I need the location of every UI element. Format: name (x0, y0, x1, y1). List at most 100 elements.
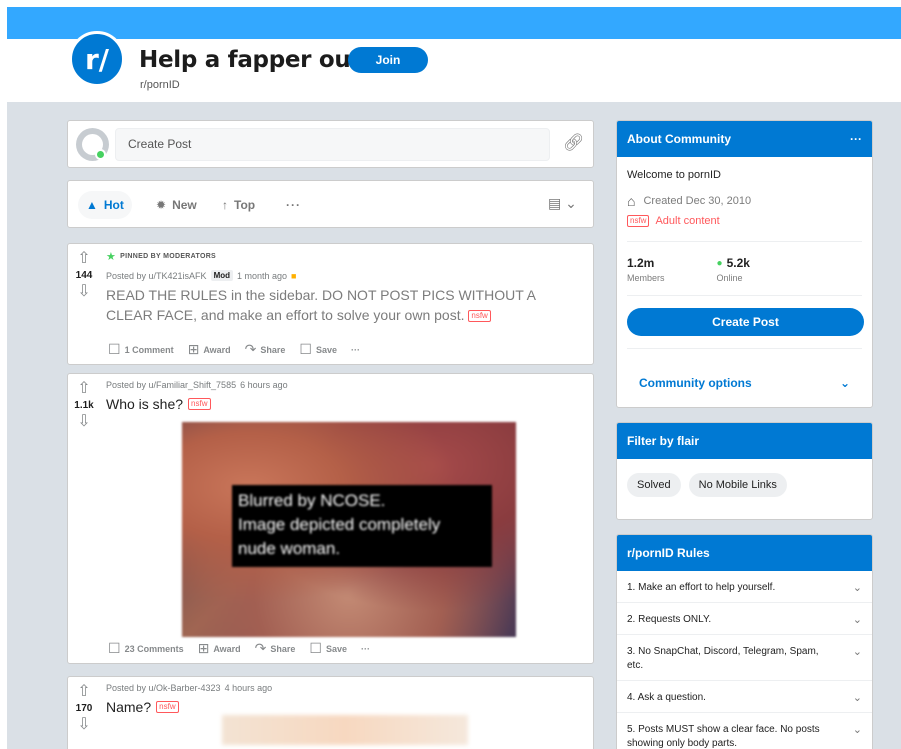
rule-item[interactable]: 5. Posts MUST show a clear face. No post… (617, 713, 872, 749)
post-time: 4 hours ago (224, 683, 273, 693)
comments-button[interactable]: ☐ 1 Comment (108, 341, 174, 358)
sort-hot-button[interactable]: ▲ Hot (78, 191, 132, 219)
adult-content-label: nsfw Adult content (627, 215, 862, 227)
lock-icon: ■ (291, 270, 297, 281)
sort-top-button[interactable]: ↑ Top (214, 191, 263, 219)
community-description: Welcome to pornID (627, 169, 721, 181)
vote-column: ⇧ 144 ⇩ (68, 244, 100, 364)
more-options-button[interactable]: ··· (361, 644, 370, 654)
post-score: 1.1k (74, 400, 94, 411)
comments-button[interactable]: ☐ 23 Comments (108, 640, 184, 657)
bookmark-icon: ☐ (299, 341, 312, 357)
more-options-icon[interactable]: ··· (850, 132, 862, 146)
post-actions: ☐ 1 Comment ⊞ Award ↷ Share ☐ Save ··· (108, 341, 360, 358)
online-status-icon (95, 149, 106, 160)
post-score: 144 (75, 270, 93, 281)
save-button[interactable]: ☐ Save (309, 640, 347, 657)
share-button[interactable]: ↷ Share (255, 640, 296, 657)
sort-bar: ▲ Hot ✹ New ↑ Top ··· ▤ ⌄ (67, 180, 594, 228)
post-meta: Posted by u/TK421isAFK Mod 1 month ago ■ (106, 270, 585, 281)
rules-header: r/pornID Rules (617, 535, 872, 571)
blur-caption: Blurred by NCOSE. Image depicted complet… (232, 485, 492, 567)
chevron-down-icon: ⌄ (852, 582, 862, 594)
blurred-post-image[interactable] (222, 715, 468, 745)
chevron-down-icon: ⌄ (839, 376, 850, 390)
pin-icon: ★ (106, 250, 117, 263)
chevron-down-icon: ⌄ (852, 724, 862, 736)
post-author[interactable]: Posted by u/TK421isAFK (106, 271, 207, 281)
chevron-down-icon: ⌄ (852, 692, 862, 704)
award-button[interactable]: ⊞ Award (188, 341, 231, 358)
subreddit-banner (7, 7, 901, 39)
upvote-icon[interactable]: ⇧ (68, 250, 100, 268)
view-layout-icon[interactable]: ▤ ⌄ (548, 195, 577, 212)
subreddit-title: Help a fapper out (139, 47, 362, 73)
pinned-label: ★ PINNED BY MODERATORS (106, 250, 217, 263)
chevron-down-icon: ⌄ (852, 646, 862, 658)
sort-new-button[interactable]: ✹ New (148, 191, 205, 219)
chevron-down-icon: ⌄ (852, 614, 862, 626)
filter-by-flair-card: Filter by flair Solved No Mobile Links (616, 422, 873, 520)
rule-item[interactable]: 4. Ask a question. ⌄ (617, 681, 872, 713)
post-score: 170 (75, 703, 93, 714)
flair-list: Solved No Mobile Links (627, 473, 862, 497)
nsfw-tag: nsfw (468, 310, 491, 323)
sort-more-button[interactable]: ··· (278, 191, 309, 219)
share-icon: ↷ (244, 341, 257, 357)
award-icon: ⊞ (197, 640, 210, 656)
sort-new-label: New (172, 198, 197, 212)
downvote-icon[interactable]: ⇩ (68, 716, 100, 734)
post-meta: Posted by u/Ok-Barber-4323 4 hours ago (106, 683, 585, 693)
top-icon: ↑ (222, 198, 228, 212)
post-card[interactable]: ⇧ 1.1k ⇩ Posted by u/Familiar_Shift_7585… (67, 373, 594, 664)
save-button[interactable]: ☐ Save (299, 341, 337, 358)
created-date: ⌂ Created Dec 30, 2010 (627, 193, 752, 209)
post-author[interactable]: Posted by u/Ok-Barber-4323 (106, 683, 221, 693)
comment-icon: ☐ (108, 640, 121, 656)
upvote-icon[interactable]: ⇧ (68, 683, 100, 701)
subreddit-name: r/pornID (140, 79, 180, 91)
more-options-button[interactable]: ··· (351, 345, 360, 355)
divider (627, 295, 862, 296)
post-title[interactable]: Who is she? nsfw (106, 396, 585, 412)
award-button[interactable]: ⊞ Award (198, 640, 241, 657)
rule-item[interactable]: 3. No SnapChat, Discord, Telegram, Spam,… (617, 635, 872, 681)
flair-pill-no-mobile-links[interactable]: No Mobile Links (688, 473, 787, 497)
members-stat: 1.2m Members (627, 256, 665, 283)
post-author[interactable]: Posted by u/Familiar_Shift_7585 (106, 380, 236, 390)
join-button[interactable]: Join (348, 47, 428, 73)
mod-badge: Mod (210, 270, 233, 281)
community-options-dropdown[interactable]: Community options ⌄ (627, 369, 862, 397)
rule-item[interactable]: 2. Requests ONLY. ⌄ (617, 603, 872, 635)
rule-item[interactable]: 1. Make an effort to help yourself. ⌄ (617, 571, 872, 603)
divider (627, 241, 862, 242)
post-text[interactable]: READ THE RULES in the sidebar. DO NOT PO… (106, 285, 585, 325)
sort-hot-label: Hot (103, 198, 124, 212)
post-card[interactable]: ⇧ 144 ⇩ ★ PINNED BY MODERATORS Posted by… (67, 243, 594, 365)
create-post-button[interactable]: Create Post (627, 308, 864, 336)
downvote-icon[interactable]: ⇩ (68, 413, 100, 431)
share-button[interactable]: ↷ Share (245, 341, 286, 358)
about-community-header: About Community ··· (617, 121, 872, 157)
link-icon[interactable]: 🔗︎ (563, 133, 585, 153)
flair-pill-solved[interactable]: Solved (627, 473, 681, 497)
post-title[interactable]: Name? nsfw (106, 699, 585, 715)
nsfw-tag: nsfw (188, 398, 211, 410)
bookmark-icon: ☐ (309, 640, 322, 656)
create-post-input[interactable]: Create Post (115, 128, 550, 161)
post-card[interactable]: ⇧ 170 ⇩ Posted by u/Ok-Barber-4323 4 hou… (67, 676, 594, 749)
cake-icon: ⌂ (627, 193, 636, 209)
online-stat: ● 5.2k Online (716, 256, 750, 283)
flame-icon: ▲ (86, 198, 98, 212)
create-post-bar: Create Post 🔗︎ (67, 120, 594, 168)
vote-column: ⇧ 1.1k ⇩ (68, 374, 100, 663)
post-meta: Posted by u/Familiar_Shift_7585 6 hours … (106, 380, 585, 390)
nsfw-tag: nsfw (627, 215, 650, 227)
sort-top-label: Top (234, 198, 256, 212)
main-content: Create Post 🔗︎ ▲ Hot ✹ New ↑ Top ··· ▤ ⌄… (7, 102, 901, 749)
downvote-icon[interactable]: ⇩ (68, 283, 100, 301)
upvote-icon[interactable]: ⇧ (68, 380, 100, 398)
nsfw-tag: nsfw (156, 701, 179, 713)
blurred-post-image[interactable]: Blurred by NCOSE. Image depicted complet… (182, 422, 516, 637)
subreddit-icon: r/ (69, 31, 125, 87)
